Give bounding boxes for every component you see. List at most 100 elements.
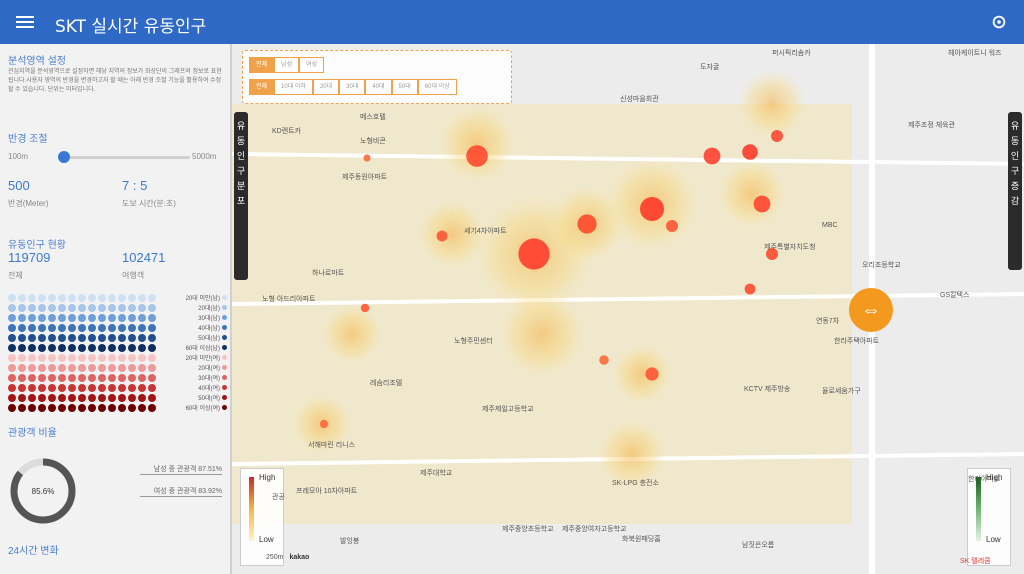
age-dot — [68, 394, 76, 402]
age-dot — [98, 304, 106, 312]
age-dot — [18, 334, 26, 342]
age-dot — [48, 324, 56, 332]
age-filter-option[interactable]: 전체 — [249, 79, 275, 95]
tab-population-distribution[interactable]: 유동인구분포 — [234, 112, 248, 280]
settings-icon[interactable] — [990, 13, 1008, 31]
area-title: 분석영역 설정 — [8, 56, 66, 67]
age-dot — [108, 344, 116, 352]
map-place-label: 발잉봉 — [340, 538, 360, 545]
age-legend-label: 50대(여) — [198, 395, 220, 402]
age-dot — [128, 324, 136, 332]
gender-filter-option[interactable]: 여성 — [299, 57, 325, 73]
age-dot — [68, 304, 76, 312]
age-dot — [28, 384, 36, 392]
age-dot — [88, 324, 96, 332]
scale-label: 250m kakao — [266, 554, 309, 561]
map-place-label: 율로세움가구 — [822, 388, 861, 395]
age-dot — [58, 354, 66, 362]
age-dot — [18, 354, 26, 362]
age-dot-row — [8, 314, 158, 324]
age-dot — [18, 374, 26, 382]
age-dot — [68, 294, 76, 302]
map-place-label: 제주특별자치도청 — [764, 244, 816, 251]
age-legend-item: 30대(여) — [165, 372, 227, 382]
age-dot-row — [8, 384, 158, 394]
age-dot — [118, 394, 126, 402]
heat-spot — [466, 145, 488, 167]
map-place-label: 세기4차아파트 — [464, 228, 507, 235]
age-dot — [18, 364, 26, 372]
compare-toggle-button[interactable]: ⇔ — [849, 288, 893, 332]
radius-slider-track[interactable] — [60, 156, 190, 159]
age-dot — [108, 294, 116, 302]
map-place-label: 제주제일고등학교 — [482, 406, 534, 413]
map-place-label: 제주중앙여자고등학교 — [562, 526, 627, 533]
age-legend-label: 20대 미만(여) — [185, 355, 220, 362]
map-brand: kakao — [289, 554, 310, 561]
radius-label: 반경(Meter) — [8, 199, 49, 208]
age-dot — [38, 334, 46, 342]
walk-time-value: 7 : 5 — [122, 178, 148, 193]
age-dot — [98, 314, 106, 322]
heat-spot — [645, 367, 659, 381]
radius-value: 500 — [8, 178, 30, 193]
heat-spot — [577, 214, 597, 234]
radius-slider-handle[interactable] — [58, 151, 70, 163]
age-dot — [28, 394, 36, 402]
heatmap-map[interactable]: 전체 남성 여성 전체 10대 이하 20대 30대 40대 50대 60대 이상 유동인구분포… — [232, 44, 1024, 574]
age-dot — [108, 334, 116, 342]
age-legend-swatch — [222, 364, 227, 370]
heat-cluster — [498, 290, 586, 378]
map-place-label: 노형 아드리아파트 — [262, 296, 316, 303]
age-legend-item: 60대 이상(여) — [165, 402, 227, 412]
age-filter-option[interactable]: 40대 — [365, 79, 392, 95]
age-dot — [138, 334, 146, 342]
age-dot — [78, 304, 86, 312]
age-filter-option[interactable]: 20대 — [312, 79, 340, 95]
age-dot — [88, 344, 96, 352]
gender-filter-option[interactable]: 남성 — [274, 57, 300, 73]
age-dot-row — [8, 334, 158, 344]
age-dot — [48, 334, 56, 342]
map-place-label: 관공 — [272, 494, 285, 501]
age-dot — [28, 304, 36, 312]
age-dot — [108, 314, 116, 322]
age-dot — [88, 394, 96, 402]
age-dot — [98, 334, 106, 342]
age-dot — [128, 354, 136, 362]
age-dot — [88, 354, 96, 362]
age-dot — [98, 354, 106, 362]
gender-filter: 전체 남성 여성 — [249, 57, 325, 73]
age-dot — [48, 354, 56, 362]
age-legend-label: 50대(남) — [198, 335, 220, 342]
tab-character: 동 — [1010, 137, 1020, 147]
tab-population-change[interactable]: 유동인구증감 — [1008, 112, 1022, 270]
age-filter-option[interactable]: 30대 — [339, 79, 366, 95]
age-dot — [18, 384, 26, 392]
age-dot — [108, 404, 116, 412]
age-dot — [68, 364, 76, 372]
age-dot — [88, 384, 96, 392]
age-dot — [138, 324, 146, 332]
gender-filter-option[interactable]: 전체 — [249, 57, 275, 73]
age-dot — [148, 374, 156, 382]
age-dot — [108, 304, 116, 312]
tourist-population-value: 102471 — [122, 250, 166, 265]
menu-icon[interactable] — [16, 13, 34, 31]
age-filter-option[interactable]: 50대 — [391, 79, 418, 95]
tab-character: 구 — [236, 167, 246, 177]
map-place-label: 제주중앙초등학교 — [502, 526, 554, 533]
age-dot — [138, 354, 146, 362]
age-dot — [18, 314, 26, 322]
age-dot-row — [8, 324, 158, 334]
age-legend-item: 50대(여) — [165, 392, 227, 402]
map-place-label: 레슴리조텔 — [370, 380, 403, 387]
age-dot-row — [8, 394, 158, 404]
age-dot — [28, 374, 36, 382]
age-filter-option[interactable]: 10대 이하 — [274, 79, 313, 95]
age-dot-row — [8, 354, 158, 364]
age-dot — [8, 334, 16, 342]
age-dot — [58, 334, 66, 342]
age-legend-item: 50대(남) — [165, 332, 227, 342]
age-filter-option[interactable]: 60대 이상 — [417, 79, 457, 95]
